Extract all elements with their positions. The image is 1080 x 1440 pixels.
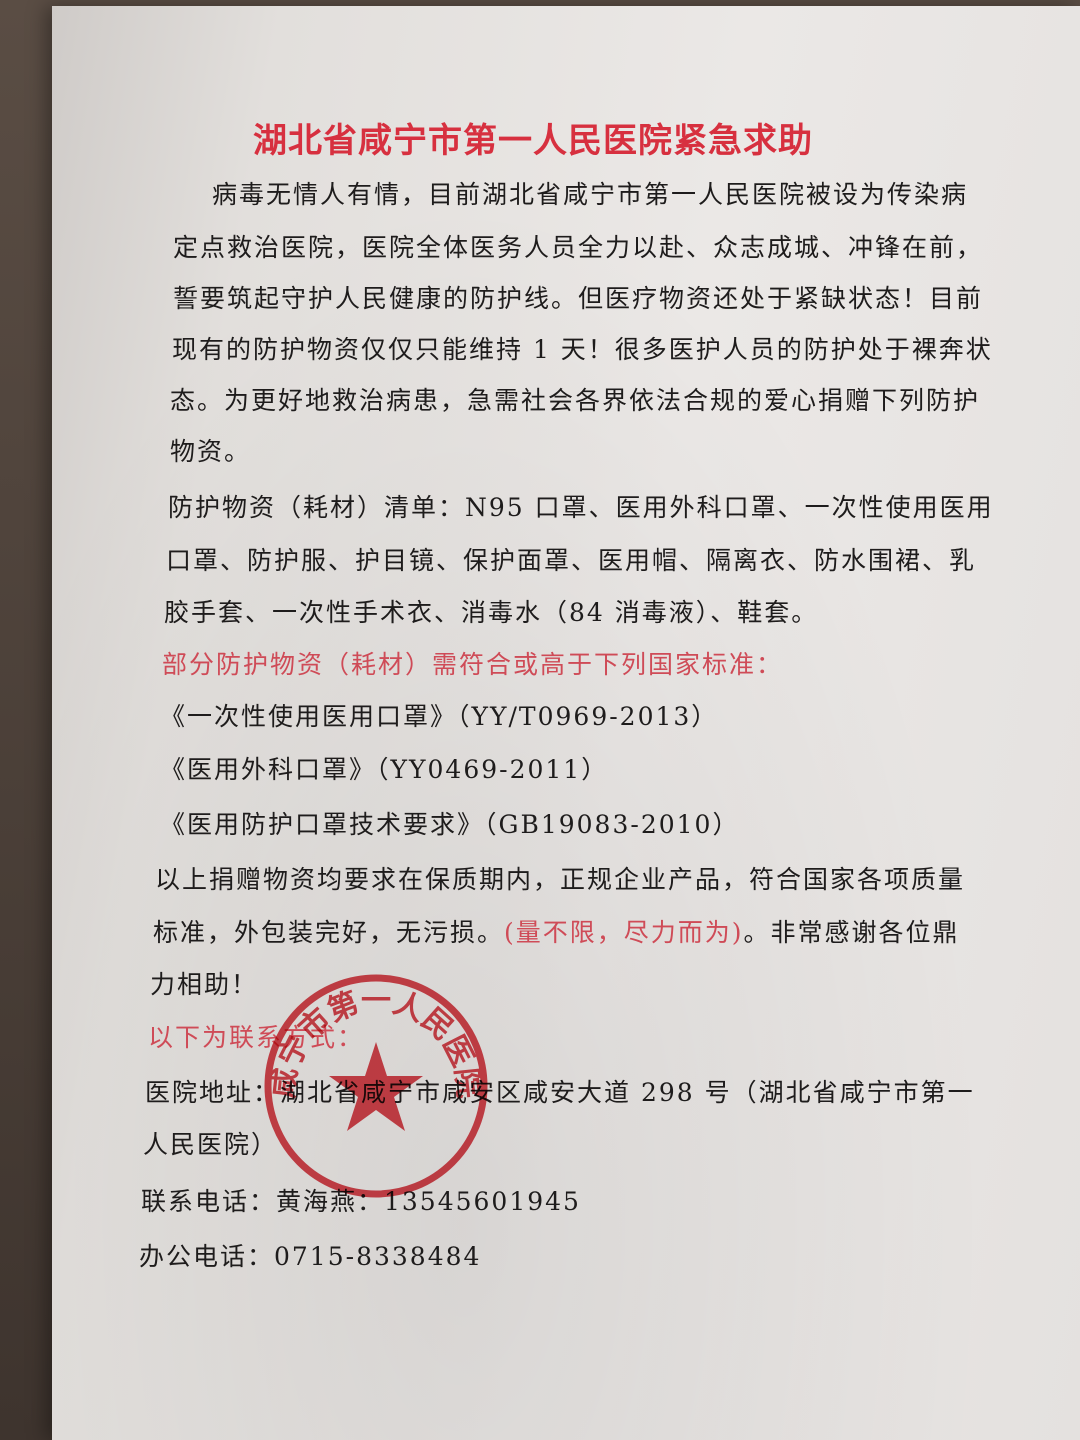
office-phone: 办公电话：0715-8338484 [139,1242,482,1271]
standard-item-2: 《医用外科口罩》（YY0469-2011） [160,755,609,784]
photo-background: 湖北省咸宁市第一人民医院紧急求助 病毒无情人有情，目前湖北省咸宁市第一人民医院被… [0,0,1080,1440]
seal-star-icon [329,1042,423,1131]
list-line-2: 口罩、防护服、护目镜、保护面罩、医用帽、隔离衣、防水围裙、乳 [166,546,977,575]
list-line-3: 胶手套、一次性手术衣、消毒水（84 消毒液）、鞋套。 [164,598,819,627]
intro-line-3: 誓要筑起守护人民健康的防护线。但医疗物资还处于紧缺状态！目前 [173,284,984,313]
standard-item-3: 《医用防护口罩技术要求》（GB19083-2010） [160,810,740,839]
intro-line-1: 病毒无情人有情，目前湖北省咸宁市第一人民医院被设为传染病 [212,180,969,209]
requirements-line-3: 力相助！ [150,970,259,999]
hospital-seal-stamp: 咸宁市第一人民医院 [264,974,488,1198]
list-line-1: 防护物资（耗材）清单：N95 口罩、医用外科口罩、一次性使用医用 [168,493,994,522]
requirements-emphasis: (量不限，尽力而为) [504,918,744,947]
intro-line-4: 现有的防护物资仅仅只能维持 1 天！很多医护人员的防护处于裸奔状 [172,335,993,364]
requirements-text-c: 。非常感谢各位鼎 [743,918,960,947]
standards-heading: 部分防护物资（耗材）需符合或高于下列国家标准： [162,650,784,679]
document-title: 湖北省咸宁市第一人民医院紧急求助 [253,121,813,161]
intro-line-5: 态。为更好地救治病患，急需社会各界依法合规的爱心捐赠下列防护 [170,386,981,415]
intro-line-6: 物资。 [170,437,252,466]
requirements-line-2: 标准，外包装完好，无污损。(量不限，尽力而为)。非常感谢各位鼎 [153,913,960,949]
requirements-text-a: 标准，外包装完好，无污损。 [153,918,505,947]
intro-line-2: 定点救治医院，医院全体医务人员全力以赴、众志成城、冲锋在前， [173,233,984,262]
standard-item-1: 《一次性使用医用口罩》（YY/T0969-2013） [160,702,719,731]
requirements-line-1: 以上捐赠物资均要求在保质期内，正规企业产品，符合国家各项质量 [155,865,966,894]
